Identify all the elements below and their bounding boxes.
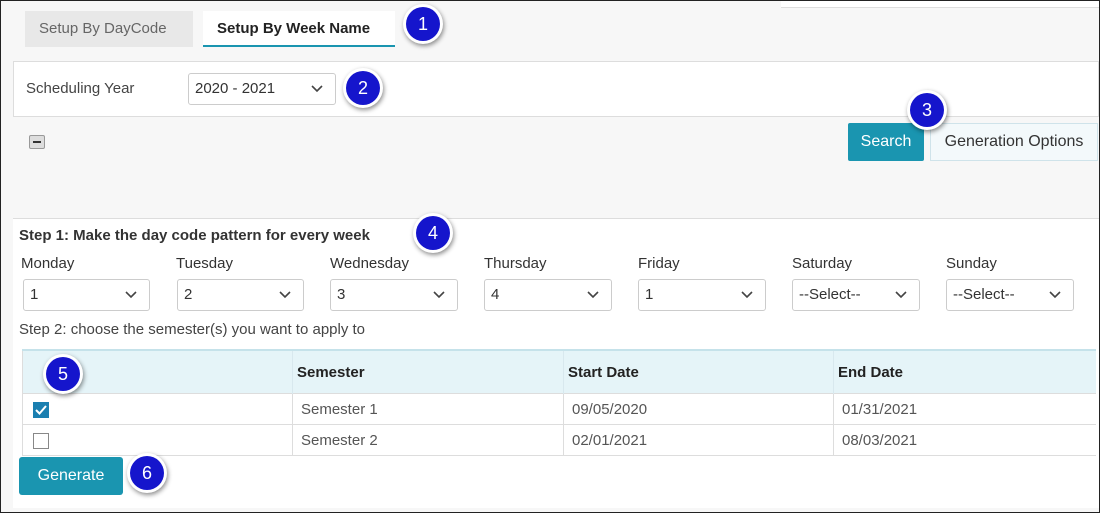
day-select-monday[interactable]: 1 <box>23 279 150 311</box>
search-button[interactable]: Search <box>848 123 924 161</box>
chevron-down-icon <box>587 280 599 299</box>
chevron-down-icon <box>1049 280 1061 299</box>
day-label-monday: Monday <box>21 255 75 272</box>
day-label-wednesday: Wednesday <box>330 255 409 272</box>
day-label-friday: Friday <box>638 255 680 272</box>
semester-table: Semester Start Date End Date Semester 1 … <box>22 349 1096 456</box>
chevron-down-icon <box>311 74 323 93</box>
row-select-cell <box>22 424 293 456</box>
chevron-down-icon <box>279 280 291 299</box>
day-label-saturday: Saturday <box>792 255 853 272</box>
callout-badge-5: 5 <box>46 357 80 391</box>
day-select-wednesday[interactable]: 3 <box>330 279 458 311</box>
day-select-friday[interactable]: 1 <box>638 279 766 311</box>
start-date-cell: 09/05/2020 <box>563 393 834 425</box>
callout-badge-6: 6 <box>130 456 164 490</box>
start-date-cell: 02/01/2021 <box>563 424 834 456</box>
semester-cell: Semester 2 <box>292 424 564 456</box>
chevron-down-icon <box>433 280 445 299</box>
table-row: Semester 2 02/01/2021 08/03/2021 <box>22 424 1096 456</box>
semester-cell: Semester 1 <box>292 393 564 425</box>
callout-badge-2: 2 <box>346 71 380 105</box>
scheduling-year-value: 2020 - 2021 <box>195 80 276 97</box>
chevron-down-icon <box>895 280 907 299</box>
day-select-value: --Select-- <box>799 286 861 303</box>
minus-icon <box>33 141 41 143</box>
scheduling-year-label: Scheduling Year <box>26 80 135 97</box>
callout-badge-1: 1 <box>406 7 440 41</box>
column-header-start-date: Start Date <box>563 349 834 394</box>
day-select-value: 1 <box>645 286 654 303</box>
step1-title: Step 1: Make the day code pattern for ev… <box>19 227 370 244</box>
generation-options-button[interactable]: Generation Options <box>930 123 1098 161</box>
step2-title: Step 2: choose the semester(s) you want … <box>19 321 366 338</box>
tab-setup-by-daycode[interactable]: Setup By DayCode <box>25 11 193 47</box>
generate-button[interactable]: Generate <box>19 457 123 495</box>
day-select-saturday[interactable]: --Select-- <box>792 279 920 311</box>
callout-badge-3: 3 <box>910 93 944 127</box>
column-header-end-date: End Date <box>833 349 1096 394</box>
week-pattern-panel: Step 1: Make the day code pattern for ev… <box>13 218 1099 508</box>
day-select-value: --Select-- <box>953 286 1015 303</box>
table-row: Semester 1 09/05/2020 01/31/2021 <box>22 393 1096 425</box>
row-checkbox-checked[interactable] <box>33 401 49 418</box>
top-border-strip <box>781 1 1099 8</box>
day-label-tuesday: Tuesday <box>176 255 233 272</box>
row-checkbox[interactable] <box>33 432 49 449</box>
chevron-down-icon <box>125 280 137 299</box>
day-select-tuesday[interactable]: 2 <box>177 279 304 311</box>
day-select-value: 2 <box>184 286 193 303</box>
chevron-down-icon <box>741 280 753 299</box>
day-select-value: 3 <box>337 286 346 303</box>
day-select-thursday[interactable]: 4 <box>484 279 612 311</box>
day-label-thursday: Thursday <box>484 255 547 272</box>
day-select-value: 4 <box>491 286 500 303</box>
end-date-cell: 01/31/2021 <box>833 393 1096 425</box>
day-select-sunday[interactable]: --Select-- <box>946 279 1074 311</box>
column-header-semester: Semester <box>292 349 564 394</box>
end-date-cell: 08/03/2021 <box>833 424 1096 456</box>
day-label-sunday: Sunday <box>946 255 997 272</box>
row-select-cell <box>22 393 293 425</box>
app-window: Setup By DayCode Setup By Week Name Sche… <box>0 0 1100 513</box>
day-select-value: 1 <box>30 286 39 303</box>
checkmark-icon <box>35 404 47 415</box>
table-header-row: Semester Start Date End Date <box>22 349 1096 394</box>
callout-badge-4: 4 <box>416 216 450 250</box>
tab-setup-by-week-name[interactable]: Setup By Week Name <box>203 11 395 47</box>
collapse-toggle-button[interactable] <box>29 135 45 149</box>
scheduling-year-select[interactable]: 2020 - 2021 <box>188 73 336 105</box>
